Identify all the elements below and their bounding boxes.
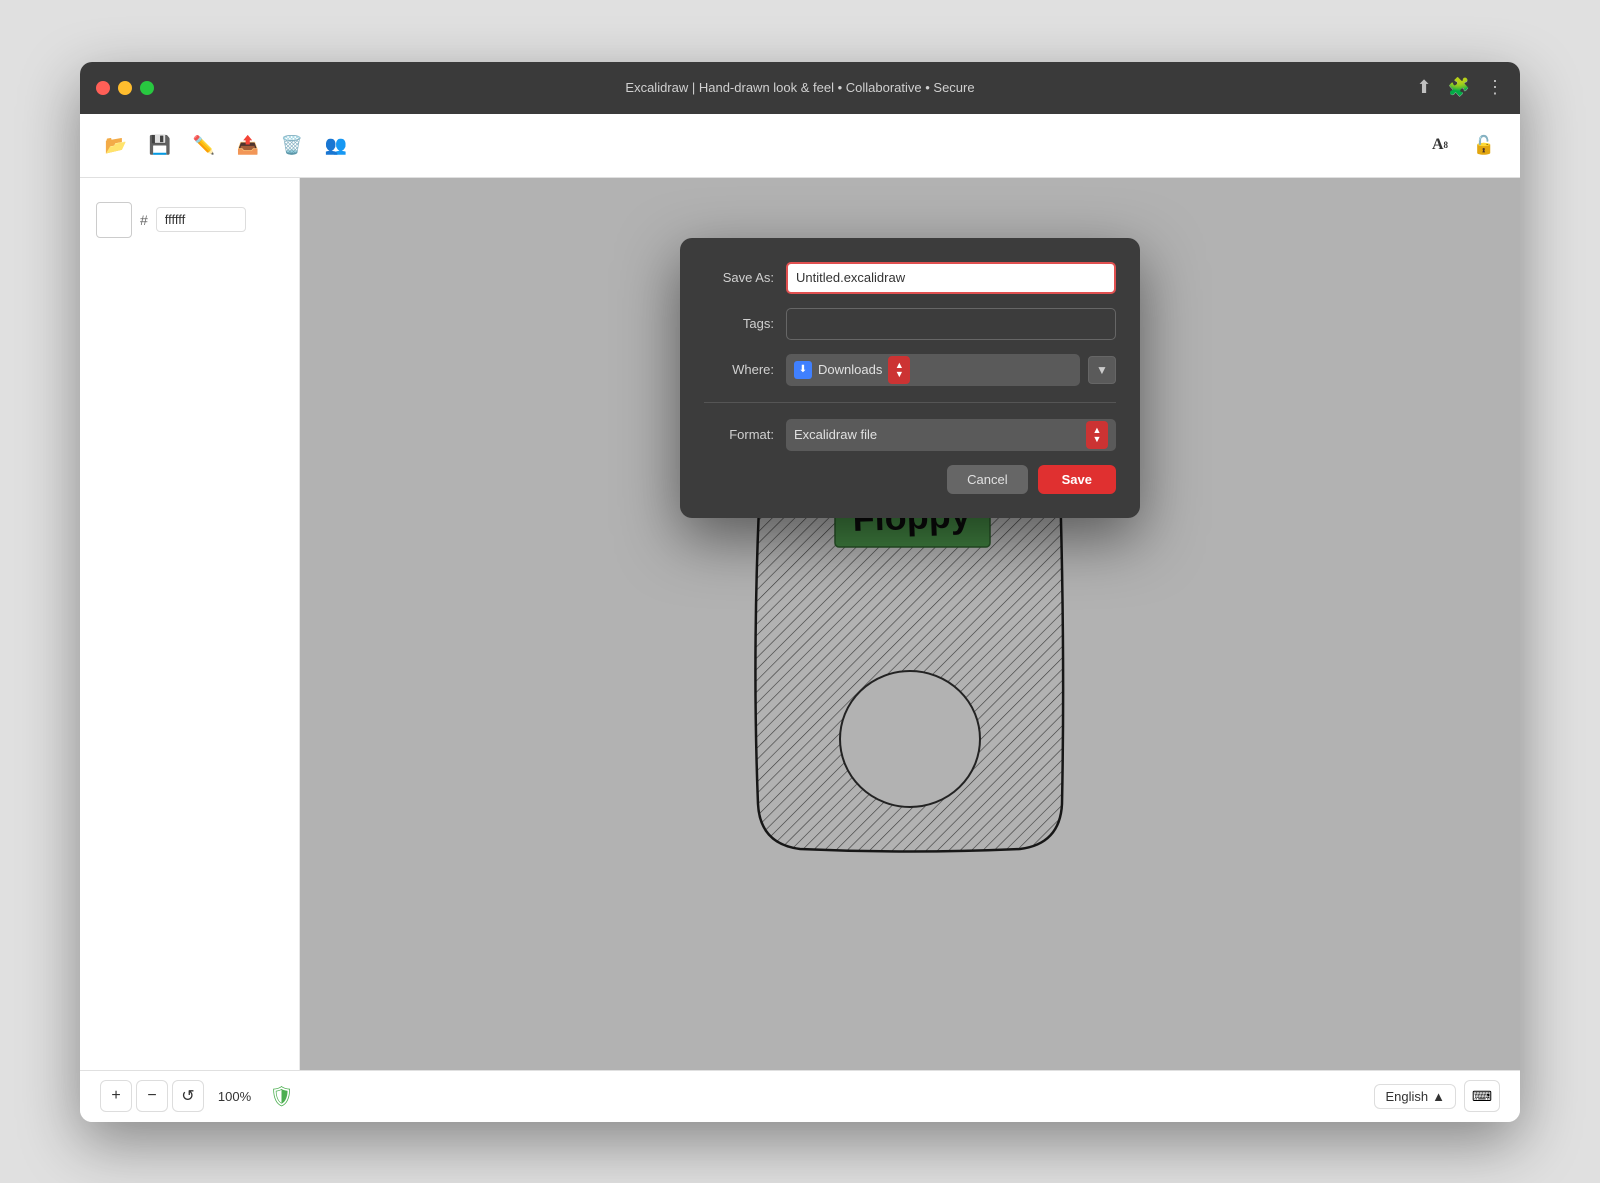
shield-icon: 🛡 [269, 1084, 294, 1109]
format-stepper[interactable]: ▲ ▼ [1086, 421, 1108, 449]
save-dialog: Save As: Tags: Where: ⬇ [680, 238, 1140, 518]
zoom-controls: + − ↺ 100% [100, 1080, 261, 1112]
lock-button[interactable]: 🔓 [1464, 125, 1504, 165]
language-label: English [1385, 1089, 1428, 1104]
toolbar: 📂 💾 ✏️ 📤 🗑️ 👥 A8 🔓 [80, 114, 1520, 178]
share-icon[interactable]: ⬆ [1416, 77, 1431, 98]
open-folder-button[interactable]: 📂 [96, 125, 136, 165]
left-panel: # [80, 178, 300, 1070]
zoom-level-display: 100% [212, 1089, 257, 1104]
close-button[interactable] [96, 81, 110, 95]
format-label: Format: [704, 427, 774, 442]
modal-overlay: Save As: Tags: Where: ⬇ [300, 178, 1520, 1070]
dialog-divider [704, 402, 1116, 403]
text-style-button[interactable]: A8 [1420, 125, 1460, 165]
format-row: Format: Excalidraw file ▲ ▼ [704, 419, 1116, 451]
traffic-lights [96, 81, 154, 95]
color-picker-row: # [96, 202, 283, 238]
minimize-button[interactable] [118, 81, 132, 95]
edit-button[interactable]: ✏️ [184, 125, 224, 165]
filename-input[interactable] [786, 262, 1116, 294]
downloads-folder-icon: ⬇ [794, 361, 812, 379]
where-label: Where: [704, 362, 774, 377]
color-swatch[interactable] [96, 202, 132, 238]
where-expand-button[interactable]: ▼ [1088, 356, 1116, 384]
save-confirm-button[interactable]: Save [1038, 465, 1116, 494]
titlebar: Excalidraw | Hand-drawn look & feel • Co… [80, 62, 1520, 114]
export-button[interactable]: 📤 [228, 125, 268, 165]
fullscreen-button[interactable] [140, 81, 154, 95]
save-as-row: Save As: [704, 262, 1116, 294]
color-value-input[interactable] [156, 207, 246, 232]
save-button[interactable]: 💾 [140, 125, 180, 165]
where-value: Downloads [818, 362, 882, 377]
zoom-reset-button[interactable]: ↺ [172, 1080, 204, 1112]
language-chevron-icon: ▲ [1432, 1089, 1445, 1104]
where-row: Where: ⬇ Downloads ▲ ▼ ▼ [704, 354, 1116, 386]
zoom-in-button[interactable]: + [100, 1080, 132, 1112]
app-body: # [80, 178, 1520, 1070]
keyboard-icon[interactable]: ⌨ [1464, 1080, 1500, 1112]
tags-row: Tags: [704, 308, 1116, 340]
format-select[interactable]: Excalidraw file ▲ ▼ [786, 419, 1116, 451]
share-users-button[interactable]: 👥 [316, 125, 356, 165]
zoom-out-button[interactable]: − [136, 1080, 168, 1112]
menu-icon[interactable]: ⋮ [1486, 77, 1504, 98]
stepper-down-icon: ▼ [895, 370, 904, 379]
keyboard-symbol: ⌨ [1472, 1088, 1492, 1105]
where-stepper[interactable]: ▲ ▼ [888, 356, 910, 384]
bottom-bar: + − ↺ 100% 🛡 English ▲ ⌨ [80, 1070, 1520, 1122]
dialog-buttons: Cancel Save [704, 465, 1116, 494]
format-stepper-down-icon: ▼ [1093, 435, 1102, 444]
language-selector[interactable]: English ▲ [1374, 1084, 1456, 1109]
bottom-right: English ▲ ⌨ [1374, 1080, 1500, 1112]
chevron-down-icon: ▼ [1096, 363, 1108, 377]
canvas-area[interactable]: Floppy Save As: Tags: [300, 178, 1520, 1070]
mac-window: Excalidraw | Hand-drawn look & feel • Co… [80, 62, 1520, 1122]
cancel-button[interactable]: Cancel [947, 465, 1027, 494]
where-select[interactable]: ⬇ Downloads ▲ ▼ [786, 354, 1080, 386]
window-title: Excalidraw | Hand-drawn look & feel • Co… [625, 80, 974, 95]
tags-input[interactable] [786, 308, 1116, 340]
format-value: Excalidraw file [794, 427, 1080, 442]
save-as-label: Save As: [704, 270, 774, 285]
titlebar-actions: ⬆ 🧩 ⋮ [1416, 77, 1504, 98]
color-hash-symbol: # [140, 212, 148, 228]
delete-button[interactable]: 🗑️ [272, 125, 312, 165]
tags-label: Tags: [704, 316, 774, 331]
puzzle-icon[interactable]: 🧩 [1448, 77, 1470, 98]
